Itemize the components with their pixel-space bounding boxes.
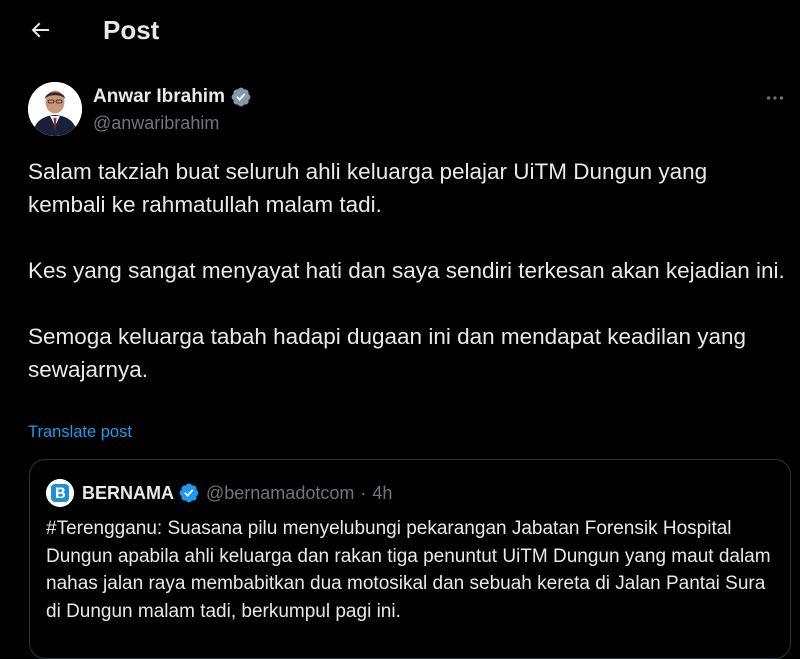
post-header: Post: [0, 0, 800, 62]
quote-author-handle[interactable]: @bernamadotcom: [206, 483, 354, 504]
verified-badge-icon: [230, 86, 252, 108]
more-options-button[interactable]: [760, 86, 790, 110]
translate-post-link[interactable]: Translate post: [28, 421, 132, 443]
tweet-paragraph: Salam takziah buat seluruh ahli keluarga…: [28, 159, 708, 217]
quoted-post-card[interactable]: BERNAMA @bernamadotcom · 4h #Terengganu:…: [29, 459, 791, 659]
tweet-paragraph: Kes yang sangat menyayat hati dan saya s…: [28, 258, 785, 283]
quote-author-name[interactable]: BERNAMA: [82, 483, 174, 504]
more-horizontal-icon: [766, 96, 784, 100]
quote-header: BERNAMA @bernamadotcom · 4h: [46, 478, 392, 508]
tweet-paragraph: Semoga keluarga tabah hadapi dugaan ini …: [28, 324, 747, 382]
author-row: Anwar Ibrahim @anwaribrahim: [28, 82, 800, 138]
arrow-left-icon: [31, 22, 49, 38]
author-name[interactable]: Anwar Ibrahim: [93, 85, 225, 109]
quote-separator: ·: [360, 482, 367, 503]
avatar[interactable]: [28, 82, 82, 136]
back-button[interactable]: [22, 12, 58, 48]
quote-text: #Terengganu: Suasana pilu menyelubungi p…: [46, 518, 771, 622]
tweet-text: Salam takziah buat seluruh ahli keluarga…: [28, 155, 788, 386]
quote-timestamp[interactable]: 4h: [372, 483, 392, 504]
author-handle[interactable]: @anwaribrahim: [93, 112, 219, 134]
page-title: Post: [103, 15, 160, 45]
author-name-group[interactable]: Anwar Ibrahim: [93, 85, 252, 109]
verified-badge-icon: [178, 482, 200, 504]
quote-avatar[interactable]: [46, 479, 74, 507]
